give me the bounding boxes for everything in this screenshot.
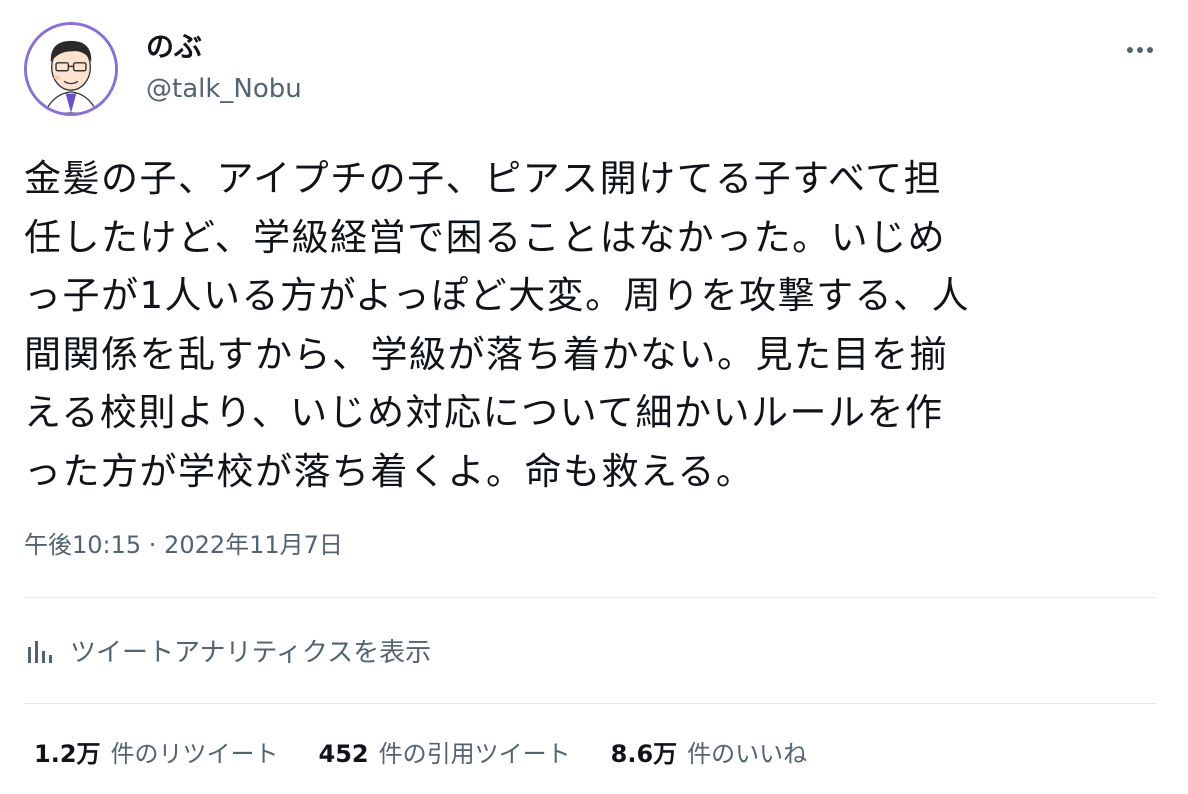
quote-tweets-label: 件の引用ツイート	[378, 740, 571, 768]
retweets-stat[interactable]: 1.2万 件のリツイート	[34, 736, 279, 772]
timestamp[interactable]: 午後10:15 · 2022年11月7日	[24, 527, 343, 563]
likes-count: 8.6万	[610, 740, 678, 768]
handle[interactable]: @talk_Nobu	[146, 73, 302, 105]
retweets-count: 1.2万	[34, 740, 101, 768]
divider	[24, 703, 1156, 704]
avatar-illustration-icon	[27, 25, 115, 113]
quote-tweets-count: 452	[318, 740, 369, 768]
engagement-stats: 1.2万 件のリツイート 452 件の引用ツイート 8.6万 件のいいね	[34, 736, 847, 772]
avatar[interactable]	[24, 22, 118, 116]
analytics-label: ツイートアナリティクスを表示	[70, 637, 432, 668]
more-options-icon[interactable]	[1120, 30, 1160, 70]
likes-stat[interactable]: 8.6万 件のいいね	[611, 736, 808, 772]
tweet-card: のぶ @talk_Nobu 金髪の子、アイプチの子、ピアス開けてる子すべて担 任…	[0, 0, 1188, 794]
likes-label: 件のいいね	[687, 740, 808, 768]
divider	[24, 597, 1156, 598]
quote-tweets-stat[interactable]: 452 件の引用ツイート	[319, 736, 571, 772]
retweets-label: 件のリツイート	[110, 740, 279, 768]
tweet-text: 金髪の子、アイプチの子、ピアス開けてる子すべて担 任したけど、学級経営で困ること…	[24, 157, 971, 493]
analytics-link[interactable]: ツイートアナリティクスを表示	[24, 630, 431, 670]
display-name[interactable]: のぶ	[146, 30, 202, 64]
bar-chart-icon	[28, 641, 52, 663]
